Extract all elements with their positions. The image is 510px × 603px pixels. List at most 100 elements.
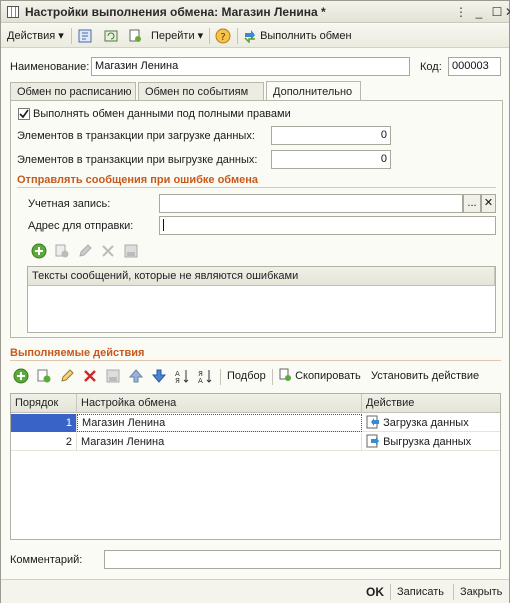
toolbar-separator [209,28,210,44]
cell-order: 2 [11,433,77,451]
full-rights-checkbox[interactable] [18,108,30,120]
copy-button[interactable]: Скопировать [278,368,361,382]
messages-table-header: Тексты сообщений, которые не являются ош… [28,267,495,286]
cell-setting: Магазин Ленина [77,414,362,432]
sort-ascending-icon[interactable]: AЯ [174,368,190,384]
comment-input[interactable] [104,550,501,569]
column-header-setting[interactable]: Настройка обмена [77,394,362,413]
cell-action: Загрузка данных [362,414,500,432]
save-button[interactable]: Записать [397,584,444,600]
tab-events[interactable]: Обмен по событиям [138,82,264,101]
add-icon[interactable] [31,243,47,259]
svg-text:?: ? [220,32,225,43]
delete-icon[interactable] [100,243,116,259]
goto-menu-button[interactable]: Перейти ▾ [151,27,203,45]
end-edit-icon[interactable] [123,243,139,259]
close-button[interactable]: Закрыть [460,584,502,600]
actions-menu-label: Действия [7,30,56,42]
checkmark-icon [19,109,29,119]
set-action-button[interactable]: Установить действие [371,370,479,382]
unload-data-icon [366,434,379,448]
toolbar-separator [220,369,221,385]
toolbar-separator [237,28,238,44]
error-messages-section-title: Отправлять сообщения при ошибке обмена [17,174,258,186]
edit-icon[interactable] [59,368,75,384]
exchange-settings-window: Настройки выполнения обмена: Магазин Лен… [0,0,510,603]
unload-items-input[interactable]: 0 [271,150,391,169]
run-exchange-button[interactable]: Выполнить обмен [243,27,352,45]
messages-table[interactable]: Тексты сообщений, которые не являются ош… [27,266,496,333]
goto-menu-label: Перейти [151,30,195,42]
copy-doc-icon[interactable] [127,28,143,46]
cell-order: 1 [11,414,77,432]
action-label: Выгрузка данных [383,436,472,448]
toolbar-separator [453,584,454,600]
save-close-icon[interactable] [77,28,93,46]
toolbar-separator [390,584,391,600]
table-row[interactable]: 1 Магазин Ленина Загрузка данных [11,414,500,432]
actions-table[interactable]: Порядок Настройка обмена Действие 1 Мага… [10,393,501,540]
move-down-icon[interactable] [151,368,167,384]
account-select-button[interactable]: ... [463,194,481,213]
actions-table-header: Порядок Настройка обмена Действие [11,394,500,413]
end-edit-icon[interactable] [105,368,121,384]
name-label: Наименование: [10,61,90,73]
additional-tab-panel: Выполнять обмен данными под полными прав… [10,100,503,338]
toolbar-separator [272,369,273,385]
move-up-icon[interactable] [128,368,144,384]
section-divider [17,187,496,188]
svg-text:A: A [198,377,203,384]
refresh-icon[interactable] [103,28,119,46]
column-header-action[interactable]: Действие [362,394,500,413]
run-exchange-icon [244,30,255,44]
load-data-icon [366,415,379,429]
full-rights-label: Выполнять обмен данными под полными прав… [33,108,291,120]
code-label: Код: [420,61,442,73]
window-title: Настройки выполнения обмена: Магазин Лен… [25,5,326,19]
svg-text:Я: Я [175,377,180,384]
comment-label: Комментарий: [10,554,83,566]
address-label: Адрес для отправки: [28,220,134,232]
load-items-label: Элементов в транзакции при загрузке данн… [17,130,255,142]
toolbar: Действия ▾ Перейти ▾ ? Выполнить обмен [1,24,509,48]
bottom-bar: OK Записать Закрыть [1,579,509,603]
section-divider [10,360,501,361]
load-items-input[interactable]: 0 [271,126,391,145]
name-input[interactable]: Магазин Ленина [91,57,410,76]
tab-schedule[interactable]: Обмен по расписанию [10,82,136,101]
toolbar-separator [71,28,72,44]
sort-descending-icon[interactable]: ЯA [197,368,213,384]
maximize-icon[interactable]: ☐ [489,4,505,20]
text-cursor [163,219,164,232]
account-clear-button[interactable]: ✕ [481,194,496,213]
ok-button[interactable]: OK [366,584,384,600]
run-exchange-label: Выполнить обмен [260,30,352,42]
account-label: Учетная запись: [28,198,111,210]
add-icon[interactable] [13,368,29,384]
tab-additional[interactable]: Дополнительно [266,81,361,101]
add-copy-icon[interactable] [36,368,52,384]
action-label: Загрузка данных [383,417,469,429]
help-icon[interactable]: ? [215,28,231,46]
more-icon[interactable]: ⋮ [453,4,469,20]
delete-icon[interactable] [82,368,98,384]
add-copy-icon[interactable] [54,243,70,259]
cell-setting: Магазин Ленина [77,433,362,451]
copy-label: Скопировать [295,370,361,382]
address-input[interactable] [159,216,496,235]
actions-menu-button[interactable]: Действия ▾ [7,27,64,45]
select-button[interactable]: Подбор [227,370,266,382]
table-row[interactable]: 2 Магазин Ленина Выгрузка данных [11,433,500,451]
unload-items-label: Элементов в транзакции при выгрузке данн… [17,154,258,166]
close-icon[interactable]: ✕ [505,4,510,20]
column-header-order[interactable]: Порядок [11,394,77,413]
edit-icon[interactable] [77,243,93,259]
account-input[interactable] [159,194,463,213]
messages-column-header[interactable]: Тексты сообщений, которые не являются ош… [28,267,495,286]
cell-action: Выгрузка данных [362,433,500,451]
copy-doc-icon [279,368,291,381]
minimize-icon[interactable]: _ [471,4,487,20]
title-bar: Настройки выполнения обмена: Магазин Лен… [1,1,510,23]
actions-section-title: Выполняемые действия [10,347,145,359]
code-input[interactable]: 000003 [448,57,501,76]
